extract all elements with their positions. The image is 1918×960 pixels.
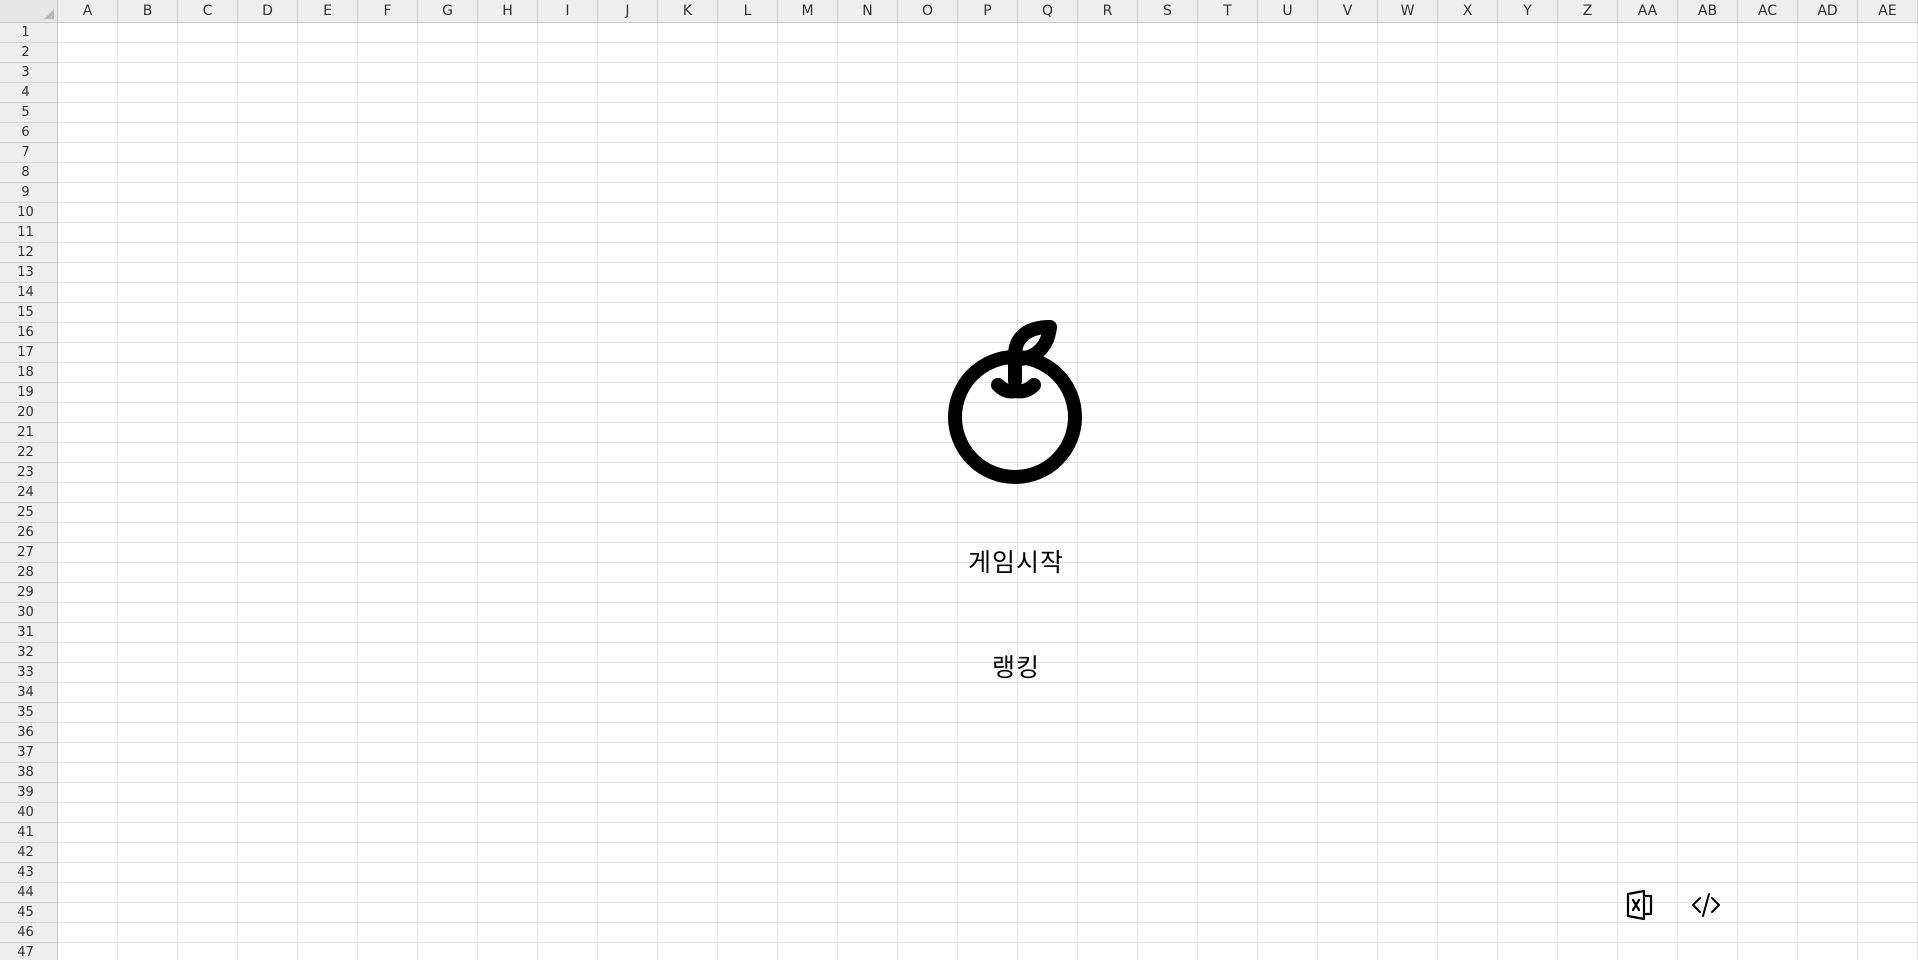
row-header[interactable]: 2 (0, 43, 57, 63)
column-header[interactable]: N (838, 0, 898, 22)
row-header[interactable]: 42 (0, 843, 57, 863)
row-header[interactable]: 8 (0, 163, 57, 183)
row-header[interactable]: 4 (0, 83, 57, 103)
column-header[interactable]: X (1438, 0, 1498, 22)
code-icon[interactable] (1690, 889, 1722, 921)
column-header[interactable]: Q (1018, 0, 1078, 22)
row-header[interactable]: 18 (0, 363, 57, 383)
column-header[interactable]: P (958, 0, 1018, 22)
row-header[interactable]: 22 (0, 443, 57, 463)
row-header[interactable]: 10 (0, 203, 57, 223)
row-header[interactable]: 43 (0, 863, 57, 883)
column-header[interactable]: I (538, 0, 598, 22)
select-all-triangle-icon (44, 9, 54, 19)
row-header[interactable]: 12 (0, 243, 57, 263)
row-header[interactable]: 29 (0, 583, 57, 603)
row-header[interactable]: 31 (0, 623, 57, 643)
column-header[interactable]: AC (1738, 0, 1798, 22)
row-header[interactable]: 36 (0, 723, 57, 743)
row-header[interactable]: 5 (0, 103, 57, 123)
row-header[interactable]: 44 (0, 883, 57, 903)
row-header[interactable]: 40 (0, 803, 57, 823)
column-headers: A B C D E F G H I J K L M N O P Q R S T U V W X Y Z AA AB AC AD AE (58, 0, 1918, 23)
column-header[interactable]: L (718, 0, 778, 22)
column-header[interactable]: R (1078, 0, 1138, 22)
row-header[interactable]: 23 (0, 463, 57, 483)
column-header[interactable]: V (1318, 0, 1378, 22)
spreadsheet: A B C D E F G H I J K L M N O P Q R S T U V W X Y Z AA AB AC AD AE 123… (0, 0, 1918, 960)
row-header[interactable]: 33 (0, 663, 57, 683)
row-header[interactable]: 39 (0, 783, 57, 803)
row-header[interactable]: 16 (0, 323, 57, 343)
row-header[interactable]: 25 (0, 503, 57, 523)
start-game-button[interactable]: 게임시작 (936, 545, 1096, 581)
column-header[interactable]: H (478, 0, 538, 22)
column-header[interactable]: J (598, 0, 658, 22)
cell-grid[interactable]: 게임시작 랭킹 (58, 23, 1918, 960)
column-header[interactable]: AB (1678, 0, 1738, 22)
column-header[interactable]: B (118, 0, 178, 22)
row-header[interactable]: 45 (0, 903, 57, 923)
column-header[interactable]: U (1258, 0, 1318, 22)
excel-icon[interactable] (1624, 889, 1656, 921)
row-header[interactable]: 14 (0, 283, 57, 303)
row-header[interactable]: 38 (0, 763, 57, 783)
row-header[interactable]: 37 (0, 743, 57, 763)
ranking-button[interactable]: 랭킹 (936, 650, 1096, 686)
row-headers: 1 2 3 4 5 6 7 8 9 10 11 12 13 14 15 16 17 18 19 20 21 22 23 24 2… (0, 23, 58, 960)
row-header[interactable]: 19 (0, 383, 57, 403)
column-header[interactable]: C (178, 0, 238, 22)
row-header[interactable]: 6 (0, 123, 57, 143)
row-header[interactable]: 26 (0, 523, 57, 543)
row-header[interactable]: 9 (0, 183, 57, 203)
row-header[interactable]: 24 (0, 483, 57, 503)
column-header[interactable]: F (358, 0, 418, 22)
column-header[interactable]: S (1138, 0, 1198, 22)
column-header[interactable]: W (1378, 0, 1438, 22)
row-header[interactable]: 47 (0, 943, 57, 960)
column-header[interactable]: G (418, 0, 478, 22)
column-header[interactable]: D (238, 0, 298, 22)
row-header[interactable]: 34 (0, 683, 57, 703)
row-header[interactable]: 17 (0, 343, 57, 363)
row-header[interactable]: 11 (0, 223, 57, 243)
column-header[interactable]: M (778, 0, 838, 22)
row-header[interactable]: 7 (0, 143, 57, 163)
column-header[interactable]: Y (1498, 0, 1558, 22)
row-header[interactable]: 3 (0, 63, 57, 83)
column-header[interactable]: A (58, 0, 118, 22)
row-header[interactable]: 28 (0, 563, 57, 583)
select-all-corner[interactable] (0, 0, 58, 23)
column-header[interactable]: AA (1618, 0, 1678, 22)
row-header[interactable]: 21 (0, 423, 57, 443)
row-header[interactable]: 41 (0, 823, 57, 843)
column-header[interactable]: AD (1798, 0, 1858, 22)
column-header[interactable]: K (658, 0, 718, 22)
column-header[interactable]: E (298, 0, 358, 22)
column-header[interactable]: Z (1558, 0, 1618, 22)
row-header[interactable]: 35 (0, 703, 57, 723)
row-header[interactable]: 27 (0, 543, 57, 563)
column-header[interactable]: O (898, 0, 958, 22)
column-header[interactable]: AE (1858, 0, 1918, 22)
row-header[interactable]: 1 (0, 23, 57, 43)
row-header[interactable]: 20 (0, 403, 57, 423)
apple-icon (948, 320, 1082, 484)
column-header[interactable]: T (1198, 0, 1258, 22)
row-header[interactable]: 15 (0, 303, 57, 323)
row-header[interactable]: 30 (0, 603, 57, 623)
row-header[interactable]: 32 (0, 643, 57, 663)
row-header[interactable]: 13 (0, 263, 57, 283)
row-header[interactable]: 46 (0, 923, 57, 943)
